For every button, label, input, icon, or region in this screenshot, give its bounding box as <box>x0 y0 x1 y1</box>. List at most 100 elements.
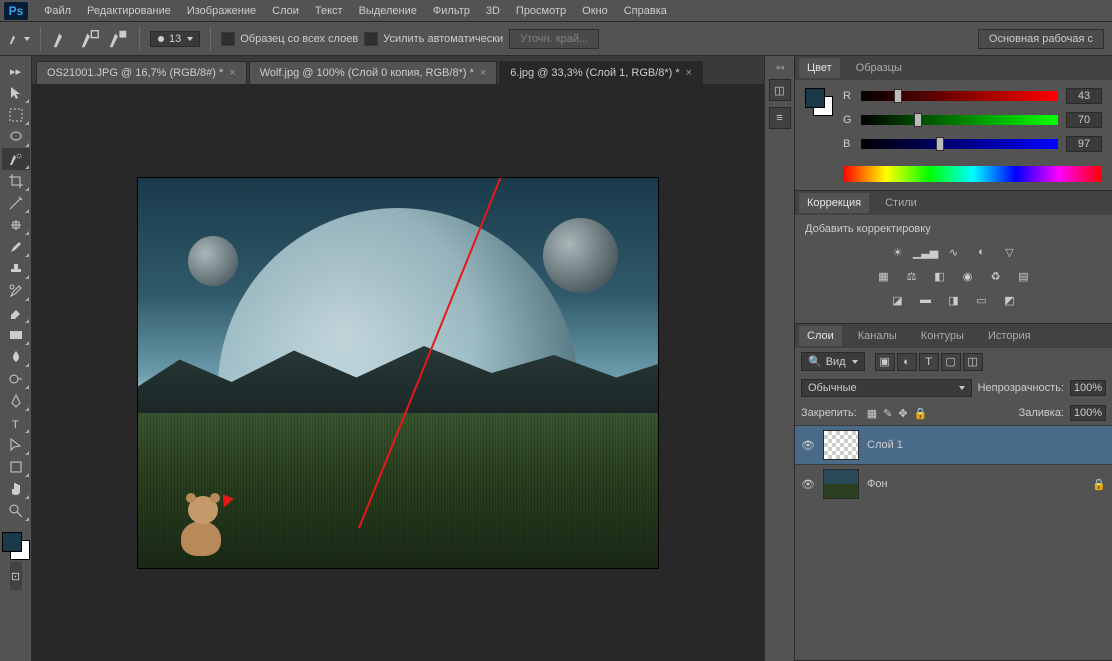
blur-tool[interactable] <box>2 346 30 368</box>
brightness-icon[interactable]: ☀ <box>889 243 907 261</box>
threshold-icon[interactable]: ◨ <box>945 291 963 309</box>
eyedropper-tool[interactable] <box>2 192 30 214</box>
document-tab[interactable]: Wolf.jpg @ 100% (Слой 0 копия, RGB/8*) *… <box>249 61 498 84</box>
invert-icon[interactable]: ◪ <box>889 291 907 309</box>
shape-tool[interactable] <box>2 456 30 478</box>
crop-tool[interactable] <box>2 170 30 192</box>
layer-thumbnail[interactable] <box>823 430 859 460</box>
tab-layers[interactable]: Слои <box>799 326 842 346</box>
balance-icon[interactable]: ⚖ <box>903 267 921 285</box>
layer-filter-dropdown[interactable]: 🔍 Вид <box>801 352 865 371</box>
menu-filter[interactable]: Фильтр <box>425 0 478 21</box>
dodge-tool[interactable] <box>2 368 30 390</box>
canvas-viewport[interactable] <box>32 84 764 661</box>
close-icon[interactable]: × <box>480 67 486 79</box>
menu-image[interactable]: Изображение <box>179 0 264 21</box>
blend-mode-select[interactable]: Обычные <box>801 379 972 397</box>
posterize-icon[interactable]: ▬ <box>917 291 935 309</box>
layer-row[interactable]: 👁 Фон 🔒 <box>795 464 1112 503</box>
filter-type-icon[interactable]: T <box>919 353 939 371</box>
filter-adjust-icon[interactable]: ◐ <box>897 353 917 371</box>
layer-thumbnail[interactable] <box>823 469 859 499</box>
menu-select[interactable]: Выделение <box>351 0 425 21</box>
bw-icon[interactable]: ◧ <box>931 267 949 285</box>
g-value[interactable]: 70 <box>1066 112 1102 128</box>
type-tool[interactable]: T <box>2 412 30 434</box>
filter-smart-icon[interactable]: ◫ <box>963 353 983 371</box>
fill-value[interactable]: 100% <box>1070 405 1106 421</box>
lookup-icon[interactable]: ▤ <box>1015 267 1033 285</box>
history-brush-tool[interactable] <box>2 280 30 302</box>
quick-select-tool[interactable] <box>2 148 30 170</box>
stamp-tool[interactable] <box>2 258 30 280</box>
gradient-tool[interactable] <box>2 324 30 346</box>
document-tab[interactable]: OS21001.JPG @ 16,7% (RGB/8#) *× <box>36 61 247 84</box>
zoom-tool[interactable] <box>2 500 30 522</box>
hand-tool[interactable] <box>2 478 30 500</box>
marquee-tool[interactable] <box>2 104 30 126</box>
brush-tool[interactable] <box>2 236 30 258</box>
pen-tool[interactable] <box>2 390 30 412</box>
visibility-icon[interactable]: 👁 <box>801 438 815 452</box>
photo-filter-icon[interactable]: ◉ <box>959 267 977 285</box>
curves-icon[interactable]: ∿ <box>945 243 963 261</box>
intersect-selection-icon[interactable] <box>107 28 129 50</box>
foreground-background-swatch[interactable] <box>805 88 833 116</box>
channel-mixer-icon[interactable]: ♻ <box>987 267 1005 285</box>
lock-transparent-icon[interactable]: ▦ <box>867 407 877 420</box>
g-slider[interactable] <box>861 115 1058 125</box>
gradient-map-icon[interactable]: ▭ <box>973 291 991 309</box>
exposure-icon[interactable]: ◐ <box>973 243 991 261</box>
tab-styles[interactable]: Стили <box>877 193 925 213</box>
close-icon[interactable]: × <box>686 67 692 79</box>
eraser-tool[interactable] <box>2 302 30 324</box>
r-slider[interactable] <box>861 91 1058 101</box>
auto-enhance-checkbox[interactable]: Усилить автоматически <box>364 32 503 46</box>
current-tool-icon[interactable] <box>8 28 30 50</box>
refine-edge-button[interactable]: Уточн. край... <box>509 29 599 49</box>
screen-mode-toggle[interactable]: ⊡ <box>10 562 22 590</box>
menu-edit[interactable]: Редактирование <box>79 0 179 21</box>
lock-pixels-icon[interactable]: ✎ <box>883 407 892 420</box>
expand-tools-icon[interactable]: ▸▸ <box>2 60 30 82</box>
b-value[interactable]: 97 <box>1066 136 1102 152</box>
filter-pixel-icon[interactable]: ▣ <box>875 353 895 371</box>
add-selection-icon[interactable] <box>51 28 73 50</box>
menu-view[interactable]: Просмотр <box>508 0 574 21</box>
subtract-selection-icon[interactable] <box>79 28 101 50</box>
lock-position-icon[interactable]: ✥ <box>898 407 907 420</box>
brush-size-picker[interactable]: 13 <box>150 31 200 47</box>
lock-all-icon[interactable]: 🔒 <box>914 407 928 420</box>
lasso-tool[interactable] <box>2 126 30 148</box>
vibrance-icon[interactable]: ▽ <box>1001 243 1019 261</box>
document-tab[interactable]: 6.jpg @ 33,3% (Слой 1, RGB/8*) *× <box>499 61 703 84</box>
tab-adjustments[interactable]: Коррекция <box>799 193 869 213</box>
path-select-tool[interactable] <box>2 434 30 456</box>
close-icon[interactable]: × <box>229 67 235 79</box>
r-value[interactable]: 43 <box>1066 88 1102 104</box>
selective-color-icon[interactable]: ◩ <box>1001 291 1019 309</box>
menu-layers[interactable]: Слои <box>264 0 307 21</box>
layer-row[interactable]: 👁 Слой 1 <box>795 425 1112 464</box>
tab-color[interactable]: Цвет <box>799 58 840 78</box>
menu-help[interactable]: Справка <box>616 0 675 21</box>
tab-swatches[interactable]: Образцы <box>848 58 910 78</box>
hue-icon[interactable]: ▦ <box>875 267 893 285</box>
opacity-value[interactable]: 100% <box>1070 380 1106 396</box>
menu-3d[interactable]: 3D <box>478 0 508 21</box>
healing-brush-tool[interactable] <box>2 214 30 236</box>
visibility-icon[interactable]: 👁 <box>801 477 815 491</box>
workspace-switcher[interactable]: Основная рабочая с <box>978 29 1104 49</box>
b-slider[interactable] <box>861 139 1058 149</box>
menu-text[interactable]: Текст <box>307 0 351 21</box>
color-swatch-toggle[interactable] <box>2 530 30 562</box>
dock-history-icon[interactable]: ◫ <box>769 79 791 101</box>
tab-channels[interactable]: Каналы <box>850 326 905 346</box>
tab-paths[interactable]: Контуры <box>913 326 972 346</box>
color-spectrum[interactable] <box>843 166 1102 182</box>
tab-history[interactable]: История <box>980 326 1039 346</box>
levels-icon[interactable]: ▁▃▅ <box>917 243 935 261</box>
menu-window[interactable]: Окно <box>574 0 616 21</box>
menu-file[interactable]: Файл <box>36 0 79 21</box>
move-tool[interactable] <box>2 82 30 104</box>
